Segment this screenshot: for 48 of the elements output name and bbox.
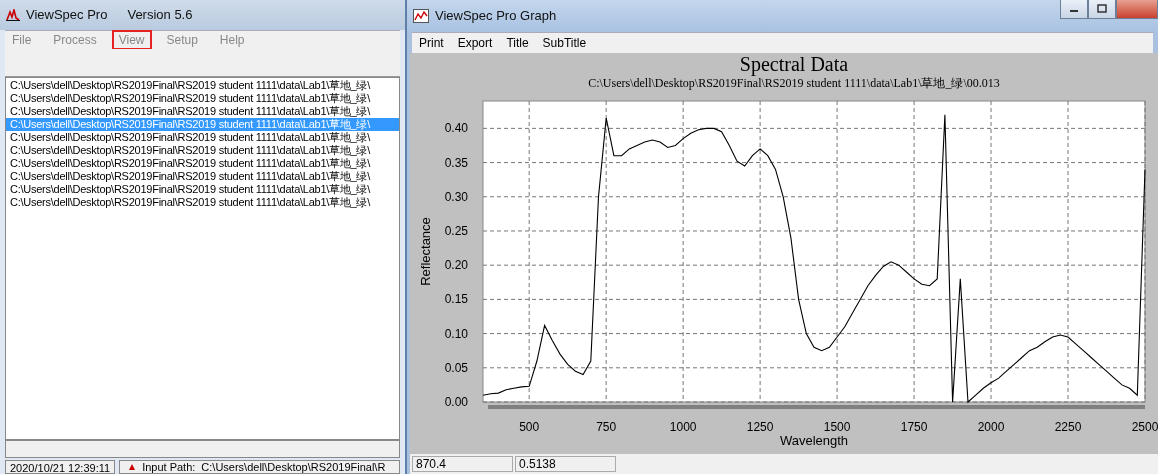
y-tick-label: 0.25: [444, 223, 468, 238]
y-tick-label: 0.15: [444, 292, 468, 307]
file-list-item[interactable]: C:\Users\dell\Desktop\RS2019Final\RS2019 student 1111\data\Lab1\草地_绿\: [6, 92, 399, 106]
y-tick-label: 0.05: [444, 360, 468, 375]
file-list-item[interactable]: C:\Users\dell\Desktop\RS2019Final\RS2019 student 1111\data\Lab1\草地_绿\: [6, 157, 399, 171]
status-value: 870.4: [412, 456, 513, 472]
x-tick-label: 1750: [900, 419, 928, 434]
version-label: Version 5.6: [127, 7, 193, 23]
x-tick-label: 1500: [823, 419, 851, 434]
x-tick-label: 2500: [1131, 419, 1158, 434]
file-list-item[interactable]: C:\Users\dell\Desktop\RS2019Final\RS2019 student 1111\data\Lab1\草地_绿\: [6, 131, 399, 145]
file-list-item[interactable]: C:\Users\dell\Desktop\RS2019Final\RS2019 student 1111\data\Lab1\草地_绿\: [6, 79, 399, 93]
file-list-item[interactable]: C:\Users\dell\Desktop\RS2019Final\RS2019 student 1111\data\Lab1\草地_绿\: [6, 196, 399, 210]
input-field[interactable]: [5, 440, 400, 458]
y-tick-label: 0.20: [444, 257, 468, 272]
y-tick-label: 0.00: [444, 394, 468, 409]
x-tick-label: 1000: [669, 419, 697, 434]
file-list-item[interactable]: C:\Users\dell\Desktop\RS2019Final\RS2019 student 1111\data\Lab1\草地_绿\: [6, 183, 399, 197]
x-tick-label: 500: [519, 419, 540, 434]
status-time: 2020/10/21 12:39:11: [5, 460, 116, 474]
x-axis-label: Wavelength: [779, 432, 849, 448]
status-path: C:\Users\dell\Desktop\RS2019Final\R: [201, 461, 386, 473]
y-tick-label: 0.40: [444, 121, 468, 136]
menu-item[interactable]: SubTitle: [535, 35, 594, 50]
menu-item[interactable]: Export: [450, 35, 500, 50]
graph-logo-icon: [413, 8, 429, 23]
chart-subtitle: C:\Users\dell\Desktop\RS2019Final\RS2019 student 1111\data\Lab1\草地_绿\00.013: [588, 75, 1000, 90]
menu-item[interactable]: Print: [412, 35, 451, 50]
file-list-item[interactable]: C:\Users\dell\Desktop\RS2019Final\RS2019 student 1111\data\Lab1\草地_绿\: [6, 105, 399, 119]
maximize-icon: [1097, 4, 1107, 14]
status-label: Input Path:: [142, 461, 196, 473]
maximize-button[interactable]: [1088, 0, 1116, 19]
y-tick-label: 0.30: [444, 189, 468, 204]
chart-title: Spectral Data: [739, 52, 849, 75]
x-tick-label: 2250: [1054, 419, 1082, 434]
y-axis-label: Reflectance: [418, 216, 433, 286]
window-title: ViewSpec Pro: [26, 7, 108, 23]
x-tick-label: 750: [596, 419, 617, 434]
x-tick-label: 2000: [977, 419, 1005, 434]
y-tick-label: 0.35: [444, 155, 468, 170]
status-value: 0.5138: [515, 456, 616, 472]
x-tick-label: 1250: [746, 419, 774, 434]
window-title: ViewSpec Pro Graph: [435, 8, 557, 24]
y-tick-label: 0.10: [444, 326, 468, 341]
file-list-item[interactable]: C:\Users\dell\Desktop\RS2019Final\RS2019 student 1111\data\Lab1\草地_绿\: [6, 144, 399, 158]
minimize-button[interactable]: [1060, 0, 1088, 19]
file-list-item[interactable]: C:\Users\dell\Desktop\RS2019Final\RS2019 student 1111\data\Lab1\草地_绿\: [6, 170, 399, 184]
menu-item[interactable]: Title: [499, 35, 536, 50]
